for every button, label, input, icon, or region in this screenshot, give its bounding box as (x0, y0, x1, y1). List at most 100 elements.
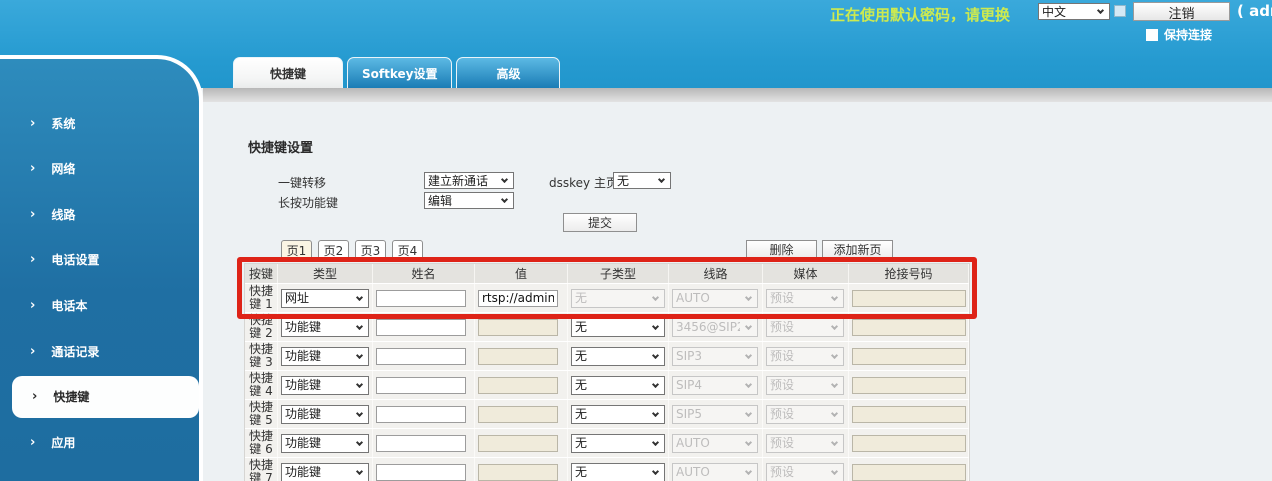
media-select-row5: 预设 (767, 405, 843, 423)
sidebar-item-1[interactable]: › 系统 (0, 102, 199, 144)
column-header: 姓名 (373, 264, 475, 283)
type-select-row3-wrap[interactable]: 功能键 (281, 346, 369, 366)
media-select-row5-wrap: 预设 (766, 404, 844, 424)
chevron-right-icon: › (30, 252, 36, 268)
media-select-row3-wrap: 预设 (766, 346, 844, 366)
page-tab-3[interactable]: 页3 (355, 240, 386, 261)
column-header: 按键 (245, 264, 278, 283)
table-row: 快捷键 2 功能键 无 3456@SIP2 预设 (245, 313, 969, 342)
table-cell: 无 (568, 342, 669, 370)
sidebar-item-5[interactable]: › 电话本 (0, 284, 199, 326)
language-select-wrap[interactable]: 中文 (1038, 3, 1110, 20)
subtype-select-row3[interactable]: 无 (572, 347, 664, 365)
subtype-select-row7[interactable]: 无 (572, 463, 664, 481)
table-cell (373, 400, 475, 428)
pickup-number-input-row5 (852, 405, 966, 423)
table-cell: 功能键 (278, 313, 373, 341)
type-select-row3[interactable]: 功能键 (282, 347, 368, 365)
delete-page-button[interactable]: 删除 (746, 240, 817, 259)
line-select-row6-wrap: AUTO (672, 433, 758, 453)
dsskey-home-select-wrap[interactable]: 无 (613, 172, 671, 189)
type-select-row2-wrap[interactable]: 功能键 (281, 317, 369, 337)
type-select-row7-wrap[interactable]: 功能键 (281, 462, 369, 481)
long-press-select-wrap[interactable]: 编辑 (424, 192, 514, 209)
dsskey-home-select[interactable]: 无 (614, 173, 670, 188)
subtype-select-row5[interactable]: 无 (572, 405, 664, 423)
subtype-select-row4-wrap[interactable]: 无 (571, 375, 665, 395)
one-key-transfer-select[interactable]: 建立新通话 (425, 173, 513, 188)
line-select-row1: AUTO (673, 289, 757, 307)
page-tab-2[interactable]: 页2 (318, 240, 349, 261)
tab-1[interactable]: 快捷键 (233, 57, 343, 88)
subtype-select-row2-wrap[interactable]: 无 (571, 317, 665, 337)
tab-3[interactable]: 高级 (456, 57, 561, 88)
type-select-row6-wrap[interactable]: 功能键 (281, 433, 369, 453)
type-select-row5[interactable]: 功能键 (282, 405, 368, 423)
add-page-button[interactable]: 添加新页 (822, 240, 893, 259)
sidebar-item-2[interactable]: › 网络 (0, 148, 199, 190)
name-input-row5[interactable] (376, 405, 466, 423)
subtype-select-row4[interactable]: 无 (572, 376, 664, 394)
table-cell: 网址 (278, 284, 373, 312)
sidebar-item-3[interactable]: › 线路 (0, 193, 199, 235)
language-apply-checkbox[interactable] (1114, 5, 1126, 17)
sidebar-item-7[interactable]: › 快捷键 (12, 375, 199, 418)
media-select-row1: 预设 (767, 289, 843, 307)
keep-connected-checkbox[interactable] (1146, 28, 1158, 41)
tab-shadow-strip (203, 88, 1272, 102)
name-input-row6[interactable] (376, 434, 466, 452)
table-cell: 无 (568, 313, 669, 341)
type-select-row2[interactable]: 功能键 (282, 318, 368, 336)
type-select-row5-wrap[interactable]: 功能键 (281, 404, 369, 424)
name-input-row4[interactable] (376, 376, 466, 394)
line-select-row2-wrap: 3456@SIP2 (672, 317, 758, 337)
page-tab-4[interactable]: 页4 (392, 240, 423, 261)
type-select-row7[interactable]: 功能键 (282, 463, 368, 481)
media-select-row4-wrap: 预设 (766, 375, 844, 395)
content-tabs: 快捷键 Softkey设置 高级 (233, 57, 561, 88)
subtype-select-row7-wrap[interactable]: 无 (571, 462, 665, 481)
language-select[interactable]: 中文 (1039, 4, 1109, 19)
subtype-select-row1-wrap: 无 (571, 288, 665, 308)
table-cell (475, 284, 568, 312)
name-input-row1[interactable] (376, 289, 466, 307)
dsskey-table: 按键类型姓名值子类型线路媒体抢接号码 快捷键 1网址无AUTO预设快捷键 2功能… (244, 263, 970, 481)
type-select-row1-wrap[interactable]: 网址 (281, 288, 369, 308)
table-row: 快捷键 6 功能键 无 AUTO 预设 (245, 429, 969, 458)
sidebar-item-label: 电话本 (51, 298, 88, 313)
table-cell: SIP4 (669, 371, 763, 399)
type-select-row1[interactable]: 网址 (282, 289, 368, 307)
sidebar-item-8[interactable]: › 应用 (0, 421, 199, 463)
submit-button[interactable]: 提交 (563, 213, 637, 232)
value-input-row1[interactable] (478, 289, 558, 307)
sidebar-item-6[interactable]: › 通话记录 (0, 330, 199, 372)
subtype-select-row6-wrap[interactable]: 无 (571, 433, 665, 453)
subtype-select-row5-wrap[interactable]: 无 (571, 404, 665, 424)
page-tab-1[interactable]: 页1 (281, 240, 312, 261)
subtype-select-row6[interactable]: 无 (572, 434, 664, 452)
long-press-select[interactable]: 编辑 (425, 193, 513, 208)
table-cell (373, 313, 475, 341)
sidebar-item-4[interactable]: › 电话设置 (0, 239, 199, 281)
table-cell (475, 313, 568, 341)
value-input-row4 (478, 376, 558, 394)
name-input-row7[interactable] (376, 463, 466, 481)
tab-2[interactable]: Softkey设置 (347, 57, 453, 88)
table-cell (373, 342, 475, 370)
key-label: 快捷键 3 (245, 342, 278, 370)
pickup-number-input-row2 (852, 318, 966, 336)
subtype-select-row1: 无 (572, 289, 664, 307)
name-input-row3[interactable] (376, 347, 466, 365)
one-key-transfer-select-wrap[interactable]: 建立新通话 (424, 172, 514, 189)
subtype-select-row2[interactable]: 无 (572, 318, 664, 336)
type-select-row4[interactable]: 功能键 (282, 376, 368, 394)
name-input-row2[interactable] (376, 318, 466, 336)
logout-button[interactable]: 注销 (1133, 2, 1230, 22)
table-cell (475, 371, 568, 399)
subtype-select-row3-wrap[interactable]: 无 (571, 346, 665, 366)
chevron-right-icon: › (32, 389, 38, 405)
table-cell: AUTO (669, 284, 763, 312)
type-select-row6[interactable]: 功能键 (282, 434, 368, 452)
type-select-row4-wrap[interactable]: 功能键 (281, 375, 369, 395)
value-input-row7 (478, 463, 558, 481)
